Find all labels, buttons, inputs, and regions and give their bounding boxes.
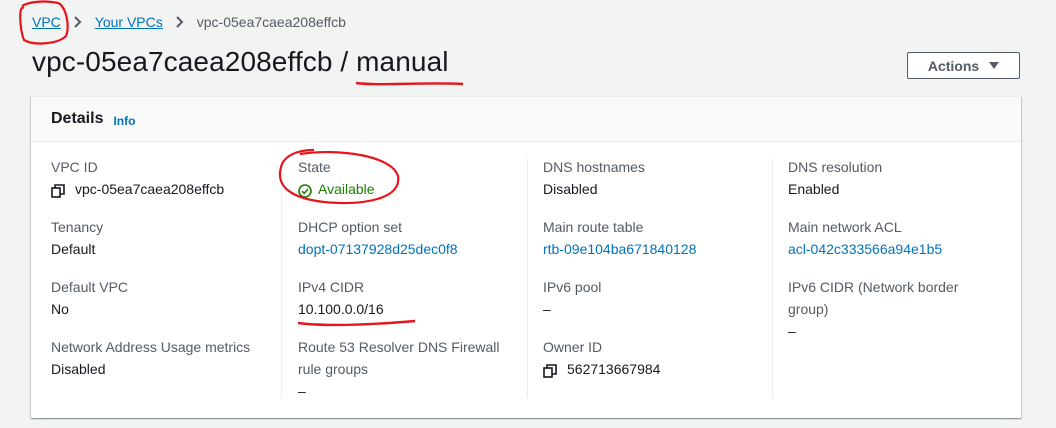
field-value: – — [788, 323, 796, 339]
field-value: Enabled — [788, 181, 840, 197]
field-value: Disabled — [543, 181, 598, 197]
field-label: Route 53 Resolver DNS Firewall rule grou… — [298, 339, 500, 377]
details-heading: Details — [51, 110, 104, 127]
field-value: Disabled — [51, 361, 106, 377]
field-label: IPv4 CIDR — [298, 279, 365, 295]
field-label: Network Address Usage metrics — [51, 339, 251, 355]
field-ipv6-cidr: IPv6 CIDR (Network border group) – — [788, 276, 978, 342]
breadcrumb-vpc-link[interactable]: VPC — [32, 14, 61, 30]
main-network-acl-link[interactable]: acl-042c333566a94e1b5 — [788, 238, 1008, 260]
field-label: IPv6 pool — [543, 279, 602, 295]
copy-icon[interactable] — [543, 362, 557, 378]
field-state: State Available — [298, 156, 518, 200]
field-main-route-table: Main route table rtb-09e104ba671840128 — [543, 216, 763, 260]
field-dhcp-option-set: DHCP option set dopt-07137928d25dec0f8 — [298, 216, 518, 260]
info-link[interactable]: Info — [113, 114, 135, 128]
field-value: – — [543, 301, 551, 317]
field-label: Main route table — [543, 219, 644, 235]
field-dns-hostnames: DNS hostnames Disabled — [543, 156, 763, 200]
field-owner-id: Owner ID 562713667984 — [543, 336, 763, 380]
check-circle-icon — [298, 182, 312, 198]
actions-button-label: Actions — [927, 57, 980, 74]
column-divider — [527, 158, 528, 398]
field-ipv6-pool: IPv6 pool – — [543, 276, 763, 320]
column-divider — [281, 158, 282, 398]
field-label: Default VPC — [51, 279, 129, 295]
page-title: vpc-05ea7caea208effcb / manual — [32, 46, 449, 77]
field-label: Tenancy — [51, 219, 104, 235]
field-label: DNS hostnames — [543, 159, 645, 175]
field-label: DHCP option set — [298, 219, 403, 235]
field-nau-metrics: Network Address Usage metrics Disabled — [51, 336, 276, 380]
field-label: IPv6 CIDR (Network border group) — [788, 279, 959, 317]
caret-down-icon — [989, 62, 1000, 69]
chevron-right-icon — [71, 15, 85, 29]
field-label: Main network ACL — [788, 219, 902, 235]
field-dns-resolution: DNS resolution Enabled — [788, 156, 1008, 200]
field-value: No — [51, 301, 69, 317]
field-vpc-id: VPC ID vpc-05ea7caea208effcb — [51, 156, 271, 200]
field-value: Default — [51, 241, 96, 257]
column-divider — [772, 158, 773, 398]
copy-icon[interactable] — [51, 182, 65, 198]
field-label: Owner ID — [543, 339, 603, 355]
breadcrumb: VPC Your VPCs vpc-05ea7caea208effcb — [32, 12, 346, 32]
field-default-vpc: Default VPC No — [51, 276, 271, 320]
field-label: VPC ID — [51, 159, 98, 175]
field-route53-firewall: Route 53 Resolver DNS Firewall rule grou… — [298, 336, 513, 402]
annotation-underline — [355, 81, 464, 86]
status-available: Available — [318, 181, 375, 197]
field-value: 10.100.0.0/16 — [298, 301, 384, 317]
field-main-network-acl: Main network ACL acl-042c333566a94e1b5 — [788, 216, 1008, 260]
field-value: – — [298, 383, 306, 399]
details-panel-header: Details Info — [31, 97, 1021, 142]
field-ipv4-cidr: IPv4 CIDR 10.100.0.0/16 — [298, 276, 518, 320]
field-value: 562713667984 — [567, 361, 661, 377]
field-label: DNS resolution — [788, 159, 883, 175]
field-tenancy: Tenancy Default — [51, 216, 271, 260]
dhcp-option-set-link[interactable]: dopt-07137928d25dec0f8 — [298, 238, 518, 260]
actions-button[interactable]: Actions — [907, 52, 1020, 79]
breadcrumb-current: vpc-05ea7caea208effcb — [196, 14, 346, 30]
breadcrumb-your-vpcs-link[interactable]: Your VPCs — [95, 14, 163, 30]
main-route-table-link[interactable]: rtb-09e104ba671840128 — [543, 238, 763, 260]
field-value: vpc-05ea7caea208effcb — [75, 181, 225, 197]
chevron-right-icon — [173, 15, 187, 29]
field-label: State — [298, 159, 331, 175]
